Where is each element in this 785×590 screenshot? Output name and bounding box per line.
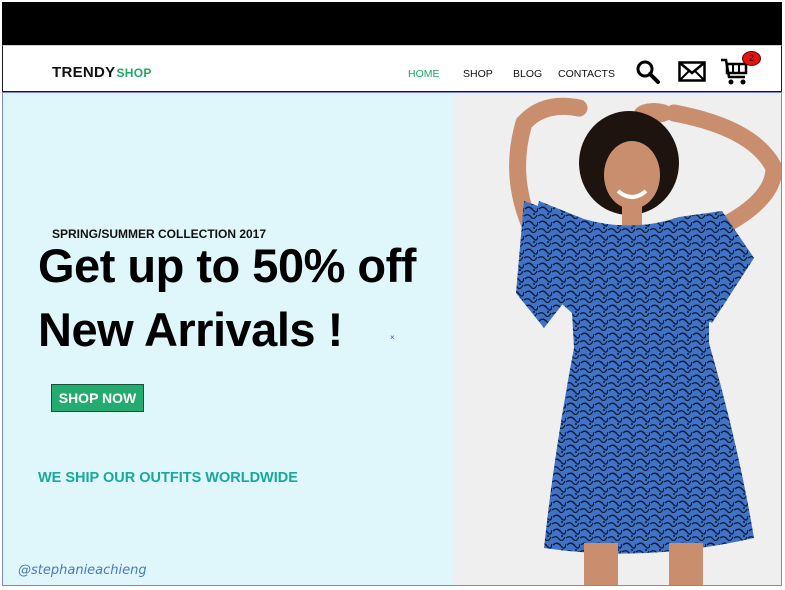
watermark: @stephanieachieng [18,563,147,578]
headline-new-arrivals: New Arrivals ! [38,303,343,356]
logo-main-text: TRENDY [52,64,116,81]
logo[interactable]: TRENDYSHOP [52,64,152,81]
logo-accent-text: SHOP [116,66,152,80]
shop-now-button[interactable]: SHOP NOW [51,384,144,412]
nav-shop[interactable]: SHOP [463,68,493,80]
navbar: TRENDYSHOP HOME SHOP BLOG CONTACTS 2 [2,45,782,92]
hero-section: SPRING/SUMMER COLLECTION 2017 Get up to … [2,92,782,586]
hero-text-panel: SPRING/SUMMER COLLECTION 2017 Get up to … [3,93,454,585]
mail-icon[interactable] [678,61,706,82]
shipping-note: WE SHIP OUR OUTFITS WORLDWIDE [38,470,298,486]
nav-contacts[interactable]: CONTACTS [558,68,615,80]
search-icon[interactable] [635,60,661,84]
nav-blog[interactable]: BLOG [513,68,542,80]
headline-discount: Get up to 50% off [38,239,416,292]
model-in-blue-dress-image [509,97,781,585]
hero-model-image [454,93,781,585]
page: TRENDYSHOP HOME SHOP BLOG CONTACTS 2 SPR… [0,0,785,590]
nav-home[interactable]: HOME [408,68,440,80]
cart-count-badge: 2 [742,51,761,66]
top-black-bar [2,2,782,45]
close-icon[interactable]: × [390,333,395,342]
